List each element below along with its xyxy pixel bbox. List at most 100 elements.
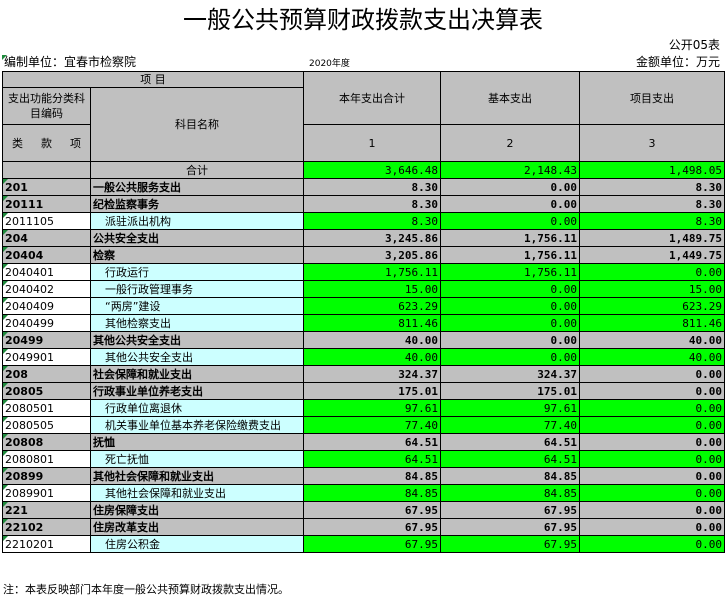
total-value: 3,205.86 (303, 246, 441, 264)
subject-name: 其他社会保障和就业支出 (90, 467, 304, 485)
basic-value: 67.95 (440, 518, 580, 536)
subject-name: 机关事业单位基本养老保险缴费支出 (90, 416, 304, 434)
total-value: 64.51 (303, 450, 441, 468)
project-expense-header: 项目支出 (579, 71, 725, 125)
subject-code: 201 (2, 178, 91, 196)
subject-name: 一般公共服务支出 (90, 178, 304, 196)
subject-code: 221 (2, 501, 91, 519)
total-value: 8.30 (303, 195, 441, 213)
table-row: 208 社会保障和就业支出 324.37 324.37 0.00 (2, 365, 725, 383)
table-row: 20805 行政事业单位养老支出 175.01 175.01 0.00 (2, 382, 725, 400)
project-value: 40.00 (579, 348, 725, 366)
fiscal-year: 2020年度 (309, 59, 350, 69)
total-value: 623.29 (303, 297, 441, 315)
basic-value: 84.85 (440, 467, 580, 485)
project-value: 1,489.75 (579, 229, 725, 247)
subject-code: 20111 (2, 195, 91, 213)
table-row: 2080505 机关事业单位基本养老保险缴费支出 77.40 77.40 0.00 (2, 416, 725, 434)
table-row: 20808 抚恤 64.51 64.51 0.00 (2, 433, 725, 451)
subject-name: 住房改革支出 (90, 518, 304, 536)
project-value: 0.00 (579, 365, 725, 383)
col-num-1: 1 (303, 124, 441, 162)
basic-value: 67.95 (440, 535, 580, 553)
subject-name: 行政运行 (90, 263, 304, 281)
total-value: 67.95 (303, 535, 441, 553)
subject-name: 行政事业单位养老支出 (90, 382, 304, 400)
subject-code: 20805 (2, 382, 91, 400)
subject-name: 检察 (90, 246, 304, 264)
subject-code: 20499 (2, 331, 91, 349)
project-value: 40.00 (579, 331, 725, 349)
subject-code: 2049901 (2, 348, 91, 366)
subject-code: 2040402 (2, 280, 91, 298)
basic-value: 84.85 (440, 484, 580, 502)
subject-code: 20899 (2, 467, 91, 485)
project-value: 0.00 (579, 416, 725, 434)
project-value: 0.00 (579, 263, 725, 281)
total-value: 811.46 (303, 314, 441, 332)
basic-value: 0.00 (440, 195, 580, 213)
basic-header: 基本支出 (440, 71, 580, 125)
grand-project: 1,498.05 (579, 161, 725, 179)
total-value: 324.37 (303, 365, 441, 383)
basic-value: 1,756.11 (440, 263, 580, 281)
table-row: 20899 其他社会保障和就业支出 84.85 84.85 0.00 (2, 467, 725, 485)
form-number: 公开05表 (668, 38, 720, 52)
subject-code: 2040401 (2, 263, 91, 281)
subject-code: 2080505 (2, 416, 91, 434)
project-value: 1,449.75 (579, 246, 725, 264)
subject-code: 22102 (2, 518, 91, 536)
subject-name: 一般行政管理事务 (90, 280, 304, 298)
project-value: 0.00 (579, 535, 725, 553)
project-value: 8.30 (579, 212, 725, 230)
table-row: 22102 住房改革支出 67.95 67.95 0.00 (2, 518, 725, 536)
total-value: 3,245.86 (303, 229, 441, 247)
lei-header: 类 (12, 136, 23, 150)
subject-code: 204 (2, 229, 91, 247)
project-value: 0.00 (579, 501, 725, 519)
table-row: 2210201 住房公积金 67.95 67.95 0.00 (2, 535, 725, 553)
report-title: 一般公共预算财政拨款支出决算表 (183, 6, 543, 34)
subject-code: 2089901 (2, 484, 91, 502)
basic-value: 0.00 (440, 314, 580, 332)
total-value: 1,756.11 (303, 263, 441, 281)
subject-name: 其他公共安全支出 (90, 348, 304, 366)
basic-value: 64.51 (440, 433, 580, 451)
subject-name: 行政单位离退休 (90, 399, 304, 417)
table-row: 2040401 行政运行 1,756.11 1,756.11 0.00 (2, 263, 725, 281)
total-header: 本年支出合计 (303, 71, 441, 125)
total-value: 8.30 (303, 178, 441, 196)
code-header: 支出功能分类科目编码 (2, 87, 91, 125)
total-value: 40.00 (303, 348, 441, 366)
table-row: 204 公共安全支出 3,245.86 1,756.11 1,489.75 (2, 229, 725, 247)
table-row: 2011105 派驻派出机构 8.30 0.00 8.30 (2, 212, 725, 230)
expenditure-table: 项 目 本年支出合计 基本支出 项目支出 支出功能分类科目编码 科目名称 类 款… (2, 71, 725, 553)
basic-value: 1,756.11 (440, 229, 580, 247)
basic-value: 0.00 (440, 280, 580, 298)
subject-code: 2040499 (2, 314, 91, 332)
table-row: 221 住房保障支出 67.95 67.95 0.00 (2, 501, 725, 519)
subject-name: 其他公共安全支出 (90, 331, 304, 349)
subject-name: 社会保障和就业支出 (90, 365, 304, 383)
project-header: 项 目 (2, 71, 304, 88)
table-row: 2040409 “两房”建设 623.29 0.00 623.29 (2, 297, 725, 315)
subject-name: 住房公积金 (90, 535, 304, 553)
currency-unit: 金额单位：万元 (635, 55, 720, 69)
total-value: 77.40 (303, 416, 441, 434)
basic-value: 67.95 (440, 501, 580, 519)
xiang-header: 项 (70, 136, 81, 150)
subject-name: 其他检察支出 (90, 314, 304, 332)
project-value: 15.00 (579, 280, 725, 298)
total-value: 8.30 (303, 212, 441, 230)
col-num-3: 3 (579, 124, 725, 162)
basic-value: 0.00 (440, 331, 580, 349)
table-row: 2049901 其他公共安全支出 40.00 0.00 40.00 (2, 348, 725, 366)
basic-value: 0.00 (440, 212, 580, 230)
subject-name-header: 科目名称 (90, 87, 304, 162)
total-value: 97.61 (303, 399, 441, 417)
project-value: 0.00 (579, 484, 725, 502)
subject-code: 20808 (2, 433, 91, 451)
subject-code: 208 (2, 365, 91, 383)
project-value: 8.30 (579, 195, 725, 213)
subject-name: 公共安全支出 (90, 229, 304, 247)
